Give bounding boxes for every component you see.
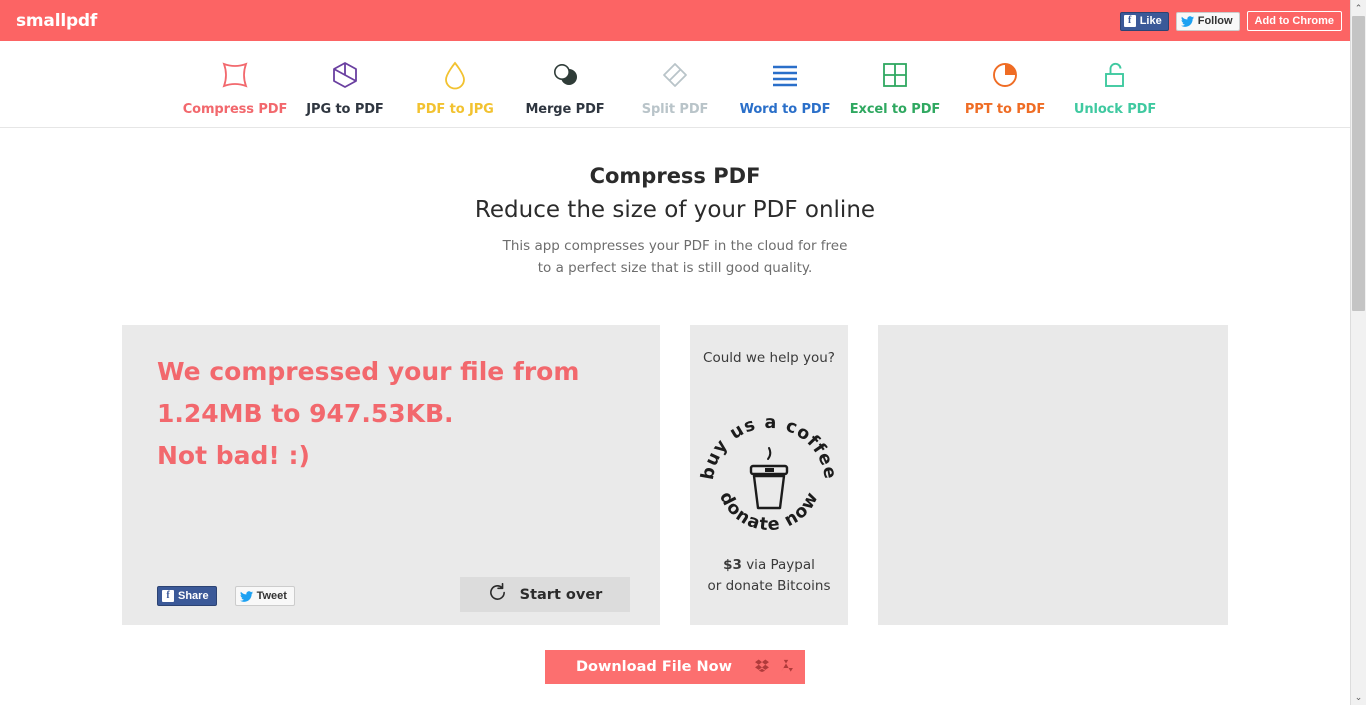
page-subtitle: Reduce the size of your PDF online bbox=[474, 197, 876, 223]
twitter-tweet-button[interactable]: Tweet bbox=[234, 586, 295, 606]
vertical-scrollbar[interactable]: ⌃ ⌄ bbox=[1350, 0, 1366, 705]
nav-items: Compress PDF JPG to PDF PDF to JPG Merge… bbox=[0, 41, 1350, 127]
grid-icon bbox=[878, 60, 912, 90]
nav-item-excel-to-pdf[interactable]: Excel to PDF bbox=[840, 41, 950, 117]
add-to-chrome-button[interactable]: Add to Chrome bbox=[1246, 11, 1342, 31]
nav-label-excel-to-pdf: Excel to PDF bbox=[849, 102, 941, 117]
twitter-tweet-label: Tweet bbox=[256, 590, 287, 602]
add-to-chrome-label: Add to Chrome bbox=[1254, 15, 1334, 27]
refresh-icon bbox=[488, 582, 507, 606]
donate-question: Could we help you? bbox=[703, 350, 835, 366]
download-label: Download File Now bbox=[575, 659, 733, 675]
nav-item-unlock-pdf[interactable]: Unlock PDF bbox=[1060, 41, 1170, 117]
donate-panel: Could we help you? buy us a coffee donat… bbox=[690, 325, 848, 625]
facebook-icon: f bbox=[1123, 15, 1136, 27]
twitter-bird-icon bbox=[1180, 15, 1194, 27]
cube-icon bbox=[328, 60, 362, 90]
two-circles-icon bbox=[548, 60, 582, 90]
facebook-share-button[interactable]: f Share bbox=[157, 586, 217, 606]
nav-label-merge-pdf: Merge PDF bbox=[525, 102, 605, 117]
scrollbar-thumb[interactable] bbox=[1352, 16, 1365, 311]
nav-label-jpg-to-pdf: JPG to PDF bbox=[306, 102, 384, 117]
result-line-3: Not bad! :) bbox=[157, 441, 310, 470]
dropbox-icon[interactable] bbox=[755, 659, 769, 675]
result-line-2: 1.24MB to 947.53KB. bbox=[157, 399, 454, 428]
nav-item-compress-pdf[interactable]: Compress PDF bbox=[180, 41, 290, 117]
scroll-up-arrow-icon[interactable]: ⌃ bbox=[1351, 0, 1366, 16]
twitter-follow-label: Follow bbox=[1197, 15, 1233, 27]
open-padlock-icon bbox=[1098, 60, 1132, 90]
buy-us-a-coffee-badge[interactable]: buy us a coffee donate now bbox=[698, 408, 839, 548]
nav-item-split-pdf[interactable]: Split PDF bbox=[620, 41, 730, 117]
brand-logo[interactable]: smallpdf bbox=[16, 11, 97, 31]
google-drive-icon[interactable] bbox=[779, 659, 793, 675]
social-buttons-group: f Like Follow Add to Chrome bbox=[1119, 11, 1342, 31]
nav-label-compress-pdf: Compress PDF bbox=[182, 102, 288, 117]
start-over-label: Start over bbox=[519, 586, 603, 603]
nav-label-word-to-pdf: Word to PDF bbox=[739, 102, 831, 117]
nav-label-pdf-to-jpg: PDF to JPG bbox=[416, 102, 494, 117]
twitter-bird-icon bbox=[239, 590, 253, 602]
facebook-share-label: Share bbox=[178, 590, 209, 602]
facebook-icon: f bbox=[162, 590, 174, 602]
scroll-down-arrow-icon[interactable]: ⌄ bbox=[1351, 689, 1366, 705]
nav-item-jpg-to-pdf[interactable]: JPG to PDF bbox=[290, 41, 400, 117]
donate-via-label: via Paypal bbox=[741, 557, 815, 573]
droplet-icon bbox=[438, 60, 472, 90]
svg-text:donate now: donate now bbox=[715, 488, 823, 535]
facebook-like-button[interactable]: f Like bbox=[1119, 11, 1169, 31]
page-description: This app compresses your PDF in the clou… bbox=[502, 238, 848, 276]
top-bar: smallpdf f Like Follow Add to Chrome bbox=[0, 0, 1350, 41]
lines-icon bbox=[768, 60, 802, 90]
share-buttons-group: f Share Tweet bbox=[157, 586, 295, 606]
result-line-1: We compressed your file from bbox=[157, 357, 580, 386]
download-file-now-button[interactable]: Download File Now bbox=[545, 650, 805, 684]
nav-label-ppt-to-pdf: PPT to PDF bbox=[964, 102, 1046, 117]
twitter-follow-button[interactable]: Follow bbox=[1175, 11, 1240, 31]
nav-item-ppt-to-pdf[interactable]: PPT to PDF bbox=[950, 41, 1060, 117]
facebook-like-label: Like bbox=[1139, 15, 1162, 27]
nav-item-merge-pdf[interactable]: Merge PDF bbox=[510, 41, 620, 117]
donate-paypal-line[interactable]: $3 via Paypal bbox=[690, 555, 848, 576]
compression-result-message: We compressed your file from 1.24MB to 9… bbox=[157, 351, 627, 477]
start-over-button[interactable]: Start over bbox=[460, 577, 630, 612]
diamond-slash-icon bbox=[658, 60, 692, 90]
hero-section: Compress PDF Reduce the size of your PDF… bbox=[0, 128, 1350, 279]
result-panel: We compressed your file from 1.24MB to 9… bbox=[122, 325, 660, 625]
donate-bitcoin-line[interactable]: or donate Bitcoins bbox=[690, 576, 848, 597]
nav-item-word-to-pdf[interactable]: Word to PDF bbox=[730, 41, 840, 117]
pie-icon bbox=[988, 60, 1022, 90]
page-root: smallpdf f Like Follow Add to Chrome Com… bbox=[0, 0, 1366, 705]
donate-amount: $3 bbox=[723, 557, 742, 573]
page-title: Compress PDF bbox=[589, 164, 761, 188]
nav-label-split-pdf: Split PDF bbox=[641, 102, 709, 117]
donate-footer: $3 via Paypal or donate Bitcoins bbox=[690, 555, 848, 597]
nav-label-unlock-pdf: Unlock PDF bbox=[1073, 102, 1157, 117]
tool-navigation-bar: Compress PDF JPG to PDF PDF to JPG Merge… bbox=[0, 41, 1350, 128]
compress-square-icon bbox=[218, 60, 252, 90]
download-destination-icons bbox=[755, 650, 793, 684]
advertisement-placeholder-panel bbox=[878, 325, 1228, 625]
nav-item-pdf-to-jpg[interactable]: PDF to JPG bbox=[400, 41, 510, 117]
